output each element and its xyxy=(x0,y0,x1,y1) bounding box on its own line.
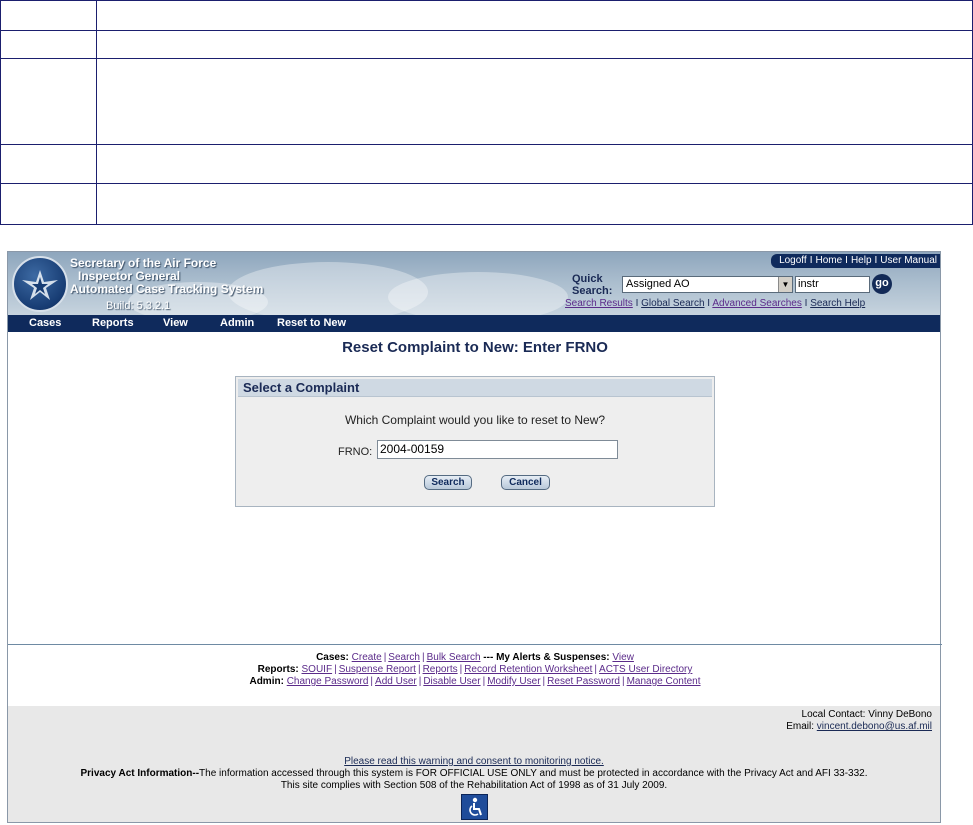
document-table xyxy=(0,0,973,225)
footer-cases-row: Cases: Create | Search | Bulk Search --- My … xyxy=(316,652,634,663)
table-cell xyxy=(96,183,973,225)
header-banner: Secretary of the Air Force Inspector Gen… xyxy=(8,252,940,315)
table-cell xyxy=(0,30,97,59)
warning-notice-link[interactable]: Please read this warning and consent to … xyxy=(344,756,604,767)
frno-input[interactable]: 2004-00159 xyxy=(377,440,618,459)
footer-links: Cases: Create | Search | Bulk Search --- My … xyxy=(8,652,942,688)
panel-heading: Select a Complaint xyxy=(238,379,712,397)
quick-search-input[interactable]: instr xyxy=(795,276,870,293)
table-cell xyxy=(96,30,973,59)
home-link[interactable]: Home xyxy=(815,255,842,266)
top-links: Logoff I Home I Help I User Manual xyxy=(771,254,940,268)
footer-notice-area: Local Contact: Vinny DeBono Email: vince… xyxy=(8,706,940,822)
frno-label: FRNO: xyxy=(338,446,373,458)
global-search-link[interactable]: Global Search xyxy=(641,298,704,309)
bulk-search-link[interactable]: Bulk Search xyxy=(427,652,481,663)
search-help-link[interactable]: Search Help xyxy=(810,298,865,309)
help-link[interactable]: Help xyxy=(851,255,872,266)
privacy-notice: Please read this warning and consent to … xyxy=(8,756,940,792)
quick-search: Quick Search: Assigned AO ▼ instr go Sea… xyxy=(565,272,940,312)
table-cell xyxy=(96,144,973,184)
go-button[interactable]: go xyxy=(872,274,892,294)
quick-search-label: Quick Search: xyxy=(572,273,613,297)
build-number: Build: 5.3.2.1 xyxy=(106,300,171,312)
disable-user-link[interactable]: Disable User xyxy=(423,676,480,687)
table-cell xyxy=(0,0,97,31)
footer-admin-row: Admin: Change Password | Add User | Disable … xyxy=(249,676,701,687)
alerts-view-link[interactable]: View xyxy=(612,652,634,663)
reset-password-link[interactable]: Reset Password xyxy=(547,676,620,687)
quick-search-select[interactable]: Assigned AO ▼ xyxy=(622,276,793,293)
table-cell xyxy=(0,183,97,225)
quick-search-links: Search Results I Global Search I Advance… xyxy=(565,298,866,309)
acts-app-window: Secretary of the Air Force Inspector Gen… xyxy=(7,251,942,823)
logoff-link[interactable]: Logoff xyxy=(779,255,807,266)
nav-admin[interactable]: Admin xyxy=(220,315,254,332)
table-cell xyxy=(0,144,97,184)
dropdown-arrow-icon[interactable]: ▼ xyxy=(778,277,792,292)
quick-search-selected: Assigned AO xyxy=(626,278,690,290)
user-directory-link[interactable]: ACTS User Directory xyxy=(599,664,692,675)
suspense-report-link[interactable]: Suspense Report xyxy=(339,664,416,675)
divider xyxy=(8,644,942,645)
nav-reports[interactable]: Reports xyxy=(92,315,134,332)
contact-email-link[interactable]: vincent.debono@us.af.mil xyxy=(817,721,932,732)
user-manual-link[interactable]: User Manual xyxy=(880,255,937,266)
change-password-link[interactable]: Change Password xyxy=(287,676,369,687)
section508-text: This site complies with Section 508 of t… xyxy=(280,780,668,791)
panel-question: Which Complaint would you like to reset … xyxy=(344,413,606,427)
nav-view[interactable]: View xyxy=(163,315,188,332)
air-force-logo-icon xyxy=(12,256,68,312)
advanced-searches-link[interactable]: Advanced Searches xyxy=(712,298,802,309)
reports-link[interactable]: Reports xyxy=(423,664,458,675)
create-link[interactable]: Create xyxy=(352,652,382,663)
record-retention-link[interactable]: Record Retention Worksheet xyxy=(464,664,592,675)
select-complaint-panel: Select a Complaint Which Complaint would… xyxy=(235,376,715,507)
search-link[interactable]: Search xyxy=(388,652,420,663)
table-cell xyxy=(0,58,97,145)
cancel-button[interactable]: Cancel xyxy=(501,475,550,490)
page-title: Reset Complaint to New: Enter FRNO xyxy=(342,339,608,356)
souif-link[interactable]: SOUIF xyxy=(302,664,333,675)
footer-reports-row: Reports: SOUIF | Suspense Report | Reports | R… xyxy=(257,664,693,675)
nav-cases[interactable]: Cases xyxy=(29,315,61,332)
title-line-3: Automated Case Tracking System xyxy=(70,282,264,296)
add-user-link[interactable]: Add User xyxy=(375,676,417,687)
table-cell xyxy=(96,58,973,145)
search-results-link[interactable]: Search Results xyxy=(565,298,633,309)
accessibility-icon[interactable] xyxy=(461,794,488,820)
search-button[interactable]: Search xyxy=(424,475,472,490)
manage-content-link[interactable]: Manage Content xyxy=(627,676,701,687)
app-title: Secretary of the Air Force Inspector Gen… xyxy=(70,257,263,296)
main-nav: Cases Reports View Admin Reset to New xyxy=(8,315,940,332)
table-cell xyxy=(96,0,973,31)
local-contact: Local Contact: Vinny DeBono Email: vince… xyxy=(786,709,932,732)
nav-reset-to-new[interactable]: Reset to New xyxy=(277,315,346,332)
modify-user-link[interactable]: Modify User xyxy=(487,676,540,687)
